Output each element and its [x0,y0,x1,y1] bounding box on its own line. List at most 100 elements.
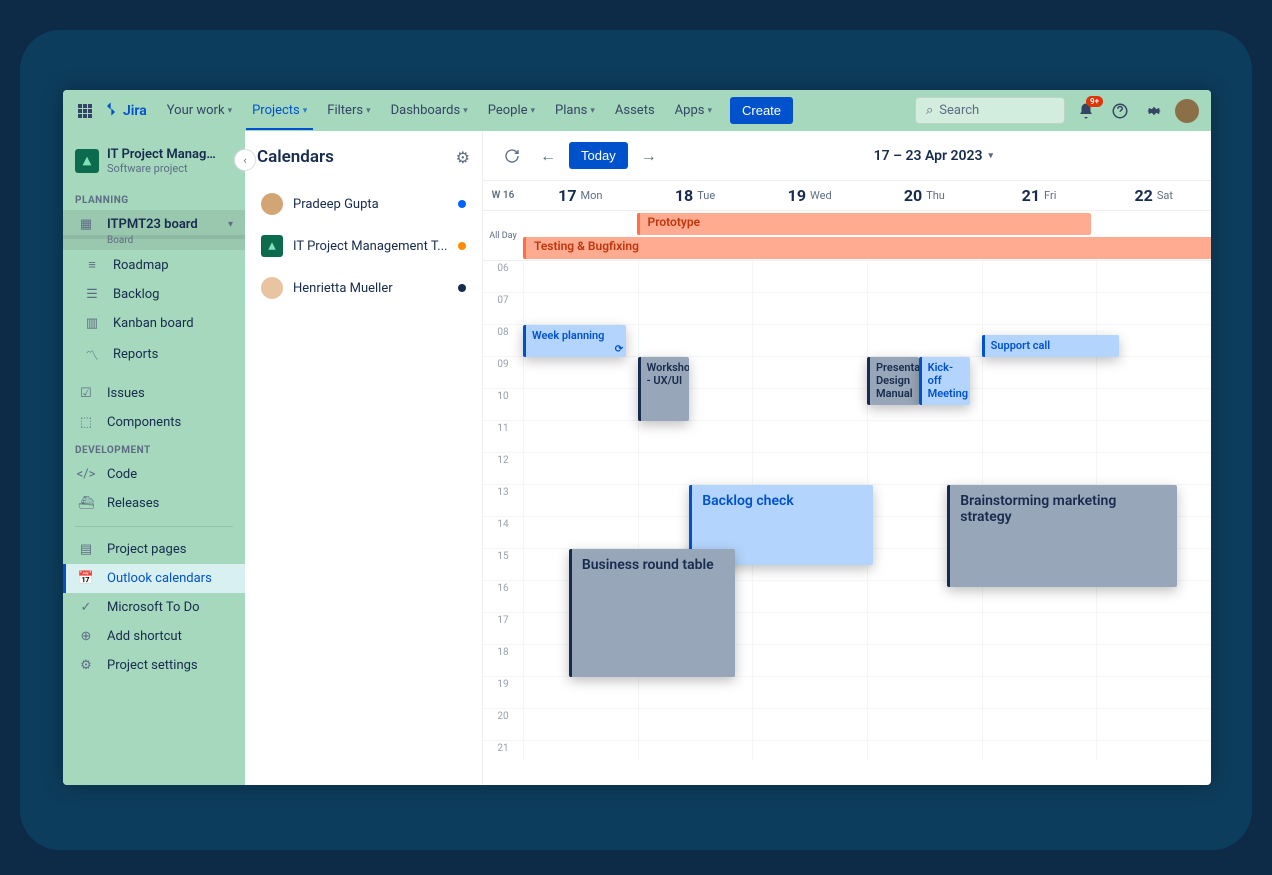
roadmap-icon: ≡ [83,257,101,273]
project-icon [75,149,99,173]
board-icon: ▦ [77,217,95,232]
calendar-name: Henrietta Mueller [293,281,448,296]
sidebar-item-todo[interactable]: ✓Microsoft To Do [63,593,245,622]
week-label: W 16 [483,181,523,210]
calendars-settings-icon[interactable]: ⚙ [456,148,470,167]
sidebar-item-releases[interactable]: ⛴Releases [63,489,245,518]
calendar-event[interactable]: Business round table [569,549,735,677]
calendar-item[interactable]: Pradeep Gupta [257,183,470,225]
sidebar-item-kanban[interactable]: ▥Kanban board [63,309,245,338]
calendar-list-panel: Calendars ⚙ Pradeep Gupta IT Project Mana… [245,131,483,785]
outlook-icon: 📅 [77,571,95,586]
hour-label: 06 [483,261,523,292]
allday-event[interactable]: Prototype [637,213,1091,235]
calendar-color-dot [458,242,466,250]
hour-label: 21 [483,741,523,761]
hour-label: 16 [483,581,523,612]
app-switcher-icon[interactable] [75,101,95,121]
calendar-avatar [261,235,283,257]
allday-label: All Day [483,211,523,260]
sidebar-item-issues[interactable]: ☑Issues [63,379,245,408]
calendar-event[interactable]: Presentation Design Manual [867,357,919,405]
todo-icon: ✓ [77,600,95,615]
chevron-down-icon: ▾ [228,219,233,230]
notifications-icon[interactable]: 9+ [1073,98,1099,124]
nav-your-work[interactable]: Your work▾ [161,93,238,128]
calendar-name: IT Project Management T... [293,239,448,254]
hour-label: 07 [483,293,523,324]
calendar-event[interactable]: Week planning⟳ [523,325,626,357]
hour-label: 20 [483,709,523,740]
sync-button[interactable] [497,141,527,171]
help-icon[interactable] [1107,98,1133,124]
project-header[interactable]: IT Project Managem... Software project [63,143,245,187]
day-header: 17Mon [523,181,638,210]
calendar-color-dot [458,200,466,208]
issues-icon: ☑ [77,386,95,401]
kanban-icon: ▥ [83,316,101,331]
allday-event[interactable]: Testing & Bugfixing [523,237,1211,259]
today-button[interactable]: Today [569,142,628,169]
nav-plans[interactable]: Plans▾ [549,93,601,128]
hour-label: 18 [483,645,523,676]
hour-label: 08 [483,325,523,356]
calendar-event[interactable]: Support call [982,335,1120,357]
day-header: 22Sat [1096,181,1211,210]
sidebar-item-backlog[interactable]: ☰Backlog [63,280,245,309]
sidebar-item-reports[interactable]: 〽Reports [63,338,245,371]
calendars-title: Calendars [257,147,334,167]
date-range-selector[interactable]: 17 – 23 Apr 2023▾ [874,148,993,164]
nav-assets[interactable]: Assets [609,93,661,128]
day-header: 18Tue [638,181,753,210]
day-header: 21Fri [982,181,1097,210]
calendar-avatar [261,193,283,215]
create-button[interactable]: Create [730,97,793,124]
hour-label: 10 [483,389,523,420]
topbar: Jira Your work▾ Projects▾ Filters▾ Dashb… [63,90,1211,131]
add-icon: ⊕ [77,629,95,644]
calendar-name: Pradeep Gupta [293,197,448,212]
hour-label: 12 [483,453,523,484]
pages-icon: ▤ [77,542,95,557]
calendar-event[interactable]: Kick-off Meeting [919,357,971,405]
sidebar-item-roadmap[interactable]: ≡Roadmap [63,250,245,280]
sidebar-item-settings[interactable]: ⚙Project settings [63,651,245,680]
calendar-item[interactable]: Henrietta Mueller [257,267,470,309]
nav-filters[interactable]: Filters▾ [321,93,376,128]
hour-label: 19 [483,677,523,708]
prev-button[interactable]: ← [533,141,563,171]
nav-dashboards[interactable]: Dashboards▾ [385,93,474,128]
sidebar-collapse-button[interactable]: ‹ [234,149,256,171]
settings-icon[interactable] [1141,98,1167,124]
sidebar: ‹ IT Project Managem... Software project… [63,131,245,785]
components-icon: ⬚ [77,415,95,430]
reports-icon: 〽 [83,345,101,364]
next-button[interactable]: → [634,141,664,171]
code-icon: </> [77,467,95,482]
sidebar-item-components[interactable]: ⬚Components [63,408,245,437]
calendar-event[interactable]: Workshop - UX/UI [638,357,690,421]
calendar-avatar [261,277,283,299]
gear-icon: ⚙ [77,658,95,673]
backlog-icon: ☰ [83,287,101,302]
nav-projects[interactable]: Projects▾ [246,93,313,130]
user-avatar[interactable] [1175,99,1199,123]
search-input[interactable]: ⌕ Search [915,97,1065,124]
day-header: 19Wed [752,181,867,210]
nav-people[interactable]: People▾ [482,93,541,128]
sidebar-item-code[interactable]: </>Code [63,460,245,489]
sidebar-item-add-shortcut[interactable]: ⊕Add shortcut [63,622,245,651]
hour-label: 11 [483,421,523,452]
hour-label: 14 [483,517,523,548]
day-header: 20Thu [867,181,982,210]
search-icon: ⌕ [926,103,933,118]
sidebar-item-outlook-calendars[interactable]: 📅Outlook calendars [63,564,245,593]
calendar-event[interactable]: Brainstorming marketing strategy [947,485,1176,587]
calendar-color-dot [458,284,466,292]
hour-label: 09 [483,357,523,388]
hour-label: 15 [483,549,523,580]
jira-logo[interactable]: Jira [103,101,147,121]
sidebar-item-project-pages[interactable]: ▤Project pages [63,535,245,564]
calendar-item[interactable]: IT Project Management T... [257,225,470,267]
nav-apps[interactable]: Apps▾ [669,93,718,128]
